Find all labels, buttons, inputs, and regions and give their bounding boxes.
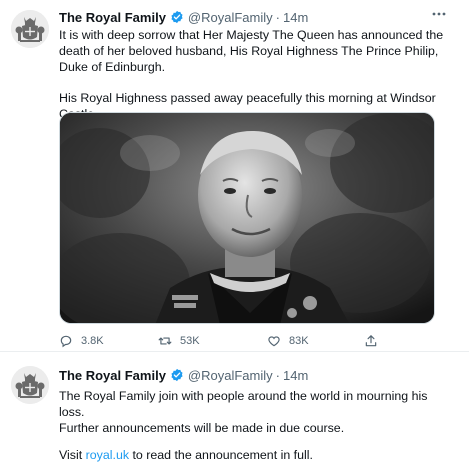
verified-badge-icon — [170, 368, 184, 382]
separator-dot: · — [275, 367, 280, 383]
visit-prefix: Visit — [59, 448, 86, 462]
tweet-header: The Royal Family @RoyalFamily · 14m — [59, 366, 308, 384]
tweet-timestamp[interactable]: 14m — [283, 368, 308, 383]
tweet-actions: 3.8K 53K 83K — [59, 333, 389, 349]
like-button[interactable]: 83K — [267, 333, 309, 349]
visit-suffix: to read the announcement in full. — [129, 448, 313, 462]
author-handle[interactable]: @RoyalFamily — [188, 10, 273, 25]
share-button[interactable] — [364, 333, 386, 349]
more-horizontal-icon[interactable] — [431, 6, 447, 22]
retweet-icon — [158, 337, 172, 345]
royal-crest-avatar[interactable] — [11, 10, 49, 48]
royal-uk-link[interactable]: royal.uk — [86, 448, 129, 462]
like-count: 83K — [289, 335, 309, 347]
retweet-count: 53K — [180, 335, 200, 347]
separator-dot: · — [275, 9, 280, 25]
tweet-1[interactable]: The Royal Family @RoyalFamily · 14m It i… — [0, 0, 469, 352]
reply-count: 3.8K — [81, 335, 104, 347]
share-icon — [365, 335, 377, 347]
author-name[interactable]: The Royal Family — [59, 368, 166, 383]
reply-icon — [60, 335, 72, 348]
tweet-photo-portrait[interactable] — [59, 112, 435, 324]
tweet-text-paragraph: The Royal Family join with people around… — [59, 389, 428, 419]
author-name[interactable]: The Royal Family — [59, 10, 166, 25]
tweet-text-paragraph: It is with deep sorrow that Her Majesty … — [59, 28, 444, 74]
tweet-text-paragraph: Further announcements will be made in du… — [59, 421, 345, 435]
author-handle[interactable]: @RoyalFamily — [188, 368, 273, 383]
retweet-button[interactable]: 53K — [158, 333, 200, 349]
royal-crest-avatar[interactable] — [11, 366, 49, 404]
tweet-text-paragraph: Visit royal.uk to read the announcement … — [59, 447, 447, 463]
tweet-timestamp[interactable]: 14m — [283, 10, 308, 25]
heart-icon — [268, 336, 280, 347]
verified-badge-icon — [170, 10, 184, 24]
tweet-header: The Royal Family @RoyalFamily · 14m — [59, 8, 308, 26]
tweet-2[interactable]: The Royal Family @RoyalFamily · 14m The … — [0, 352, 469, 466]
reply-button[interactable]: 3.8K — [59, 333, 104, 349]
